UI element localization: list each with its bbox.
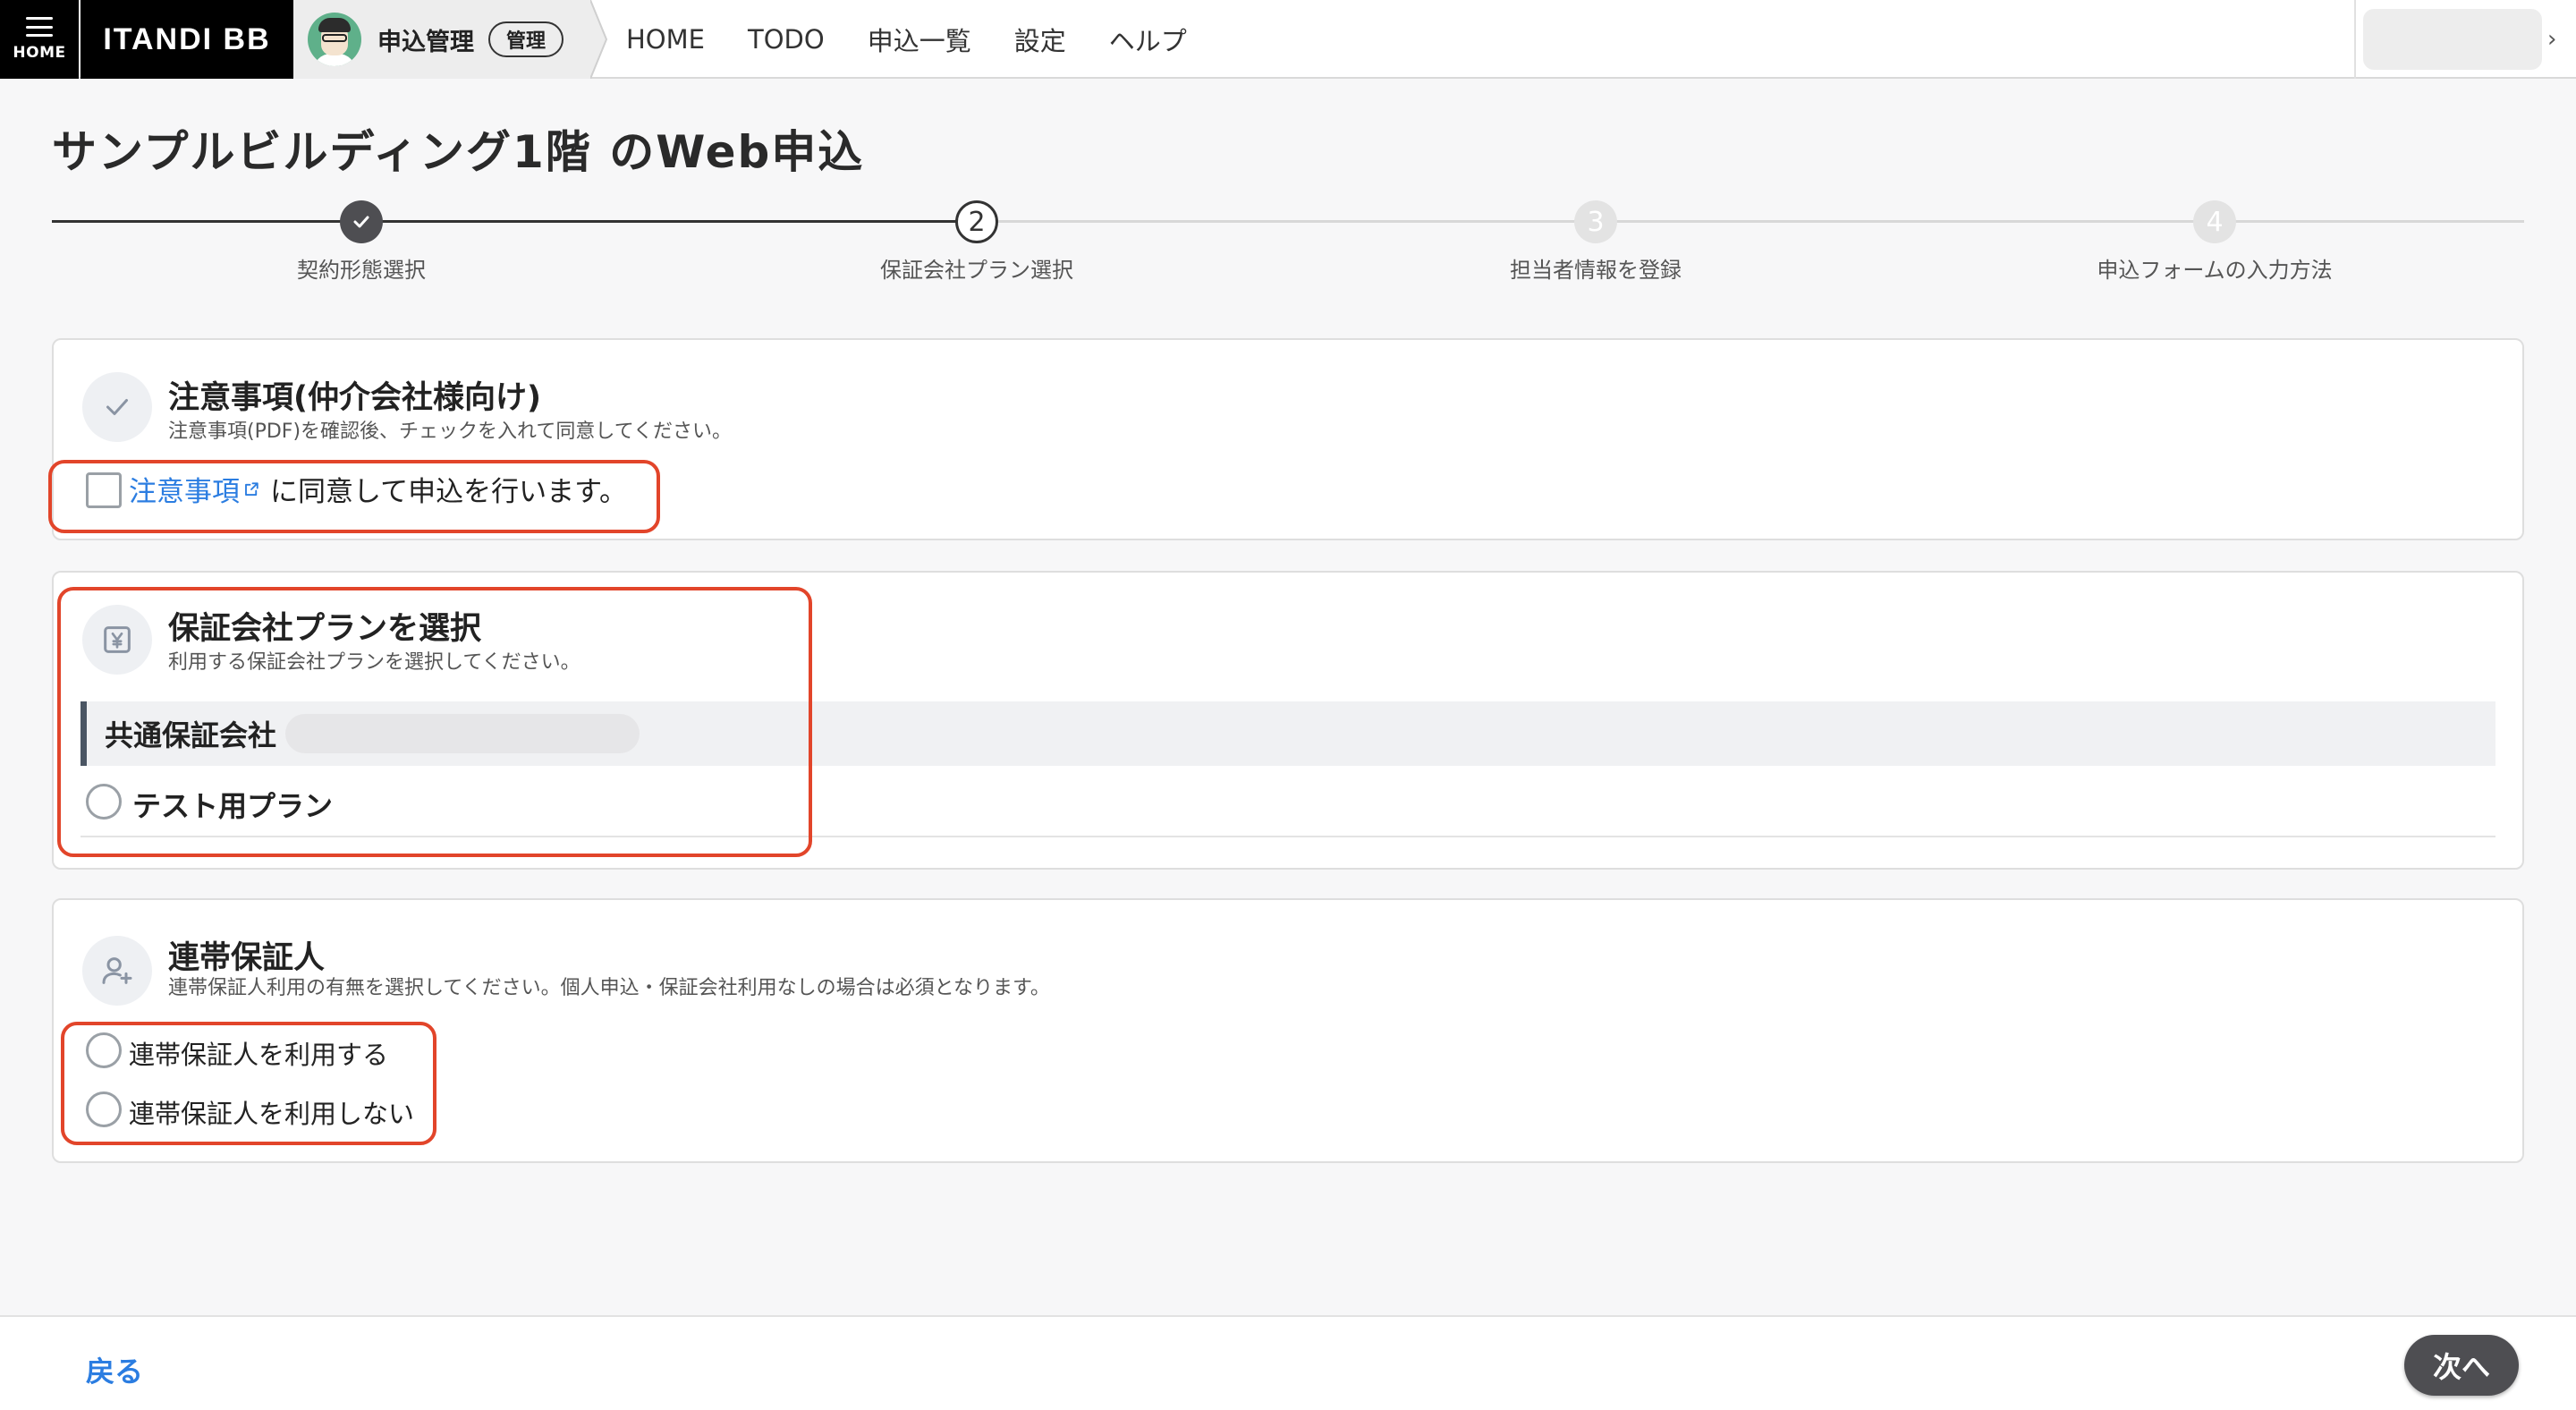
step-1-check-icon [340,200,383,243]
step-3-label: 担当者情報を登録 [1510,258,1682,283]
step-4-circle: 4 [2193,200,2236,243]
nav-settings[interactable]: 設定 [1014,21,1066,58]
top-header: HOME ITANDI BB 申込管理 管理 HOME TODO 申込一覧 設定… [0,0,2576,79]
stepper-line-done [52,220,977,223]
home-label: HOME [13,44,66,62]
app-switcher[interactable]: 申込管理 管理 [293,0,590,79]
highlight-guarantee [57,587,812,857]
brand-logo[interactable]: ITANDI BB [80,0,293,79]
app-name: 申込管理 [377,28,474,56]
step-2-circle: 2 [955,200,998,243]
step-2-label: 保証会社プラン選択 [880,258,1073,283]
home-menu-button[interactable]: HOME [0,0,79,79]
notice-subtitle: 注意事項(PDF)を確認後、チェックを入れて同意してください。 [168,420,733,443]
nav-todo[interactable]: TODO [748,24,825,55]
notice-title: 注意事項(仲介会社様向け) [168,380,541,416]
main-nav: HOME TODO 申込一覧 設定 ヘルプ [626,0,1230,79]
user-name-pill [2363,9,2542,70]
nav-help[interactable]: ヘルプ [1109,21,1187,58]
step-3-circle: 3 [1574,200,1617,243]
hamburger-icon [26,17,53,37]
stepper-line-pending [977,220,2524,223]
progress-stepper: 契約形態選択 2 保証会社プラン選択 3 担当者情報を登録 4 申込フォームの入… [52,199,2524,288]
page-title: サンプルビルディング1階 のWeb申込 [52,126,865,178]
highlight-agree [48,460,660,533]
step-4-label: 申込フォームの入力方法 [2097,258,2333,283]
highlight-cosigner [61,1022,436,1145]
admin-badge: 管理 [488,21,564,57]
next-button[interactable]: 次へ [2404,1335,2519,1396]
user-menu[interactable]: › [2354,0,2576,79]
check-icon [82,372,152,442]
nav-home[interactable]: HOME [626,24,705,55]
user-add-icon [82,936,152,1006]
footer-bar: 戻る 次へ [0,1315,2576,1410]
back-button[interactable]: 戻る [86,1349,143,1390]
avatar [308,13,361,66]
cosigner-subtitle: 連帯保証人利用の有無を選択してください。個人申込・保証会社利用なしの場合は必須と… [168,977,1050,999]
nav-applications[interactable]: 申込一覧 [868,21,971,58]
chevron-right-icon: › [2547,26,2557,53]
step-1-label: 契約形態選択 [297,258,426,283]
breadcrumb-separator [590,0,608,79]
